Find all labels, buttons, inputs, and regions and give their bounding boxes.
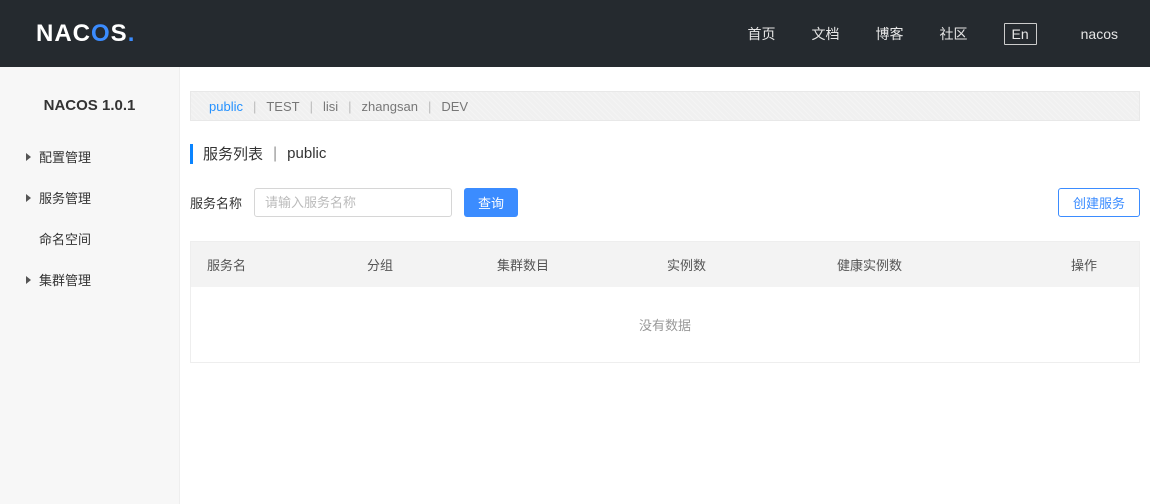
ns-tab-dev[interactable]: DEV bbox=[437, 99, 472, 114]
nav-docs[interactable]: 文档 bbox=[812, 24, 840, 44]
caret-right-icon bbox=[26, 194, 31, 202]
sidebar-item-namespace[interactable]: 命名空间 bbox=[0, 218, 179, 259]
filter-label: 服务名称 bbox=[190, 193, 242, 212]
logo-text-suffix: S bbox=[111, 20, 128, 47]
service-name-input[interactable] bbox=[254, 188, 452, 217]
ns-separator: | bbox=[247, 99, 262, 114]
main: NACOS 1.0.1 配置管理 服务管理 命名空间 集群管理 public |… bbox=[0, 67, 1150, 504]
sidebar-item-service[interactable]: 服务管理 bbox=[0, 177, 179, 218]
page-title: 服务列表 bbox=[203, 143, 263, 164]
table-empty-text: 没有数据 bbox=[191, 287, 1139, 362]
title-separator: | bbox=[263, 145, 287, 163]
ns-tab-zhangsan[interactable]: zhangsan bbox=[358, 99, 422, 114]
caret-right-icon bbox=[26, 276, 31, 284]
ns-separator: | bbox=[342, 99, 357, 114]
title-accent-bar bbox=[190, 144, 193, 164]
page-title-namespace: public bbox=[287, 145, 326, 162]
search-button[interactable]: 查询 bbox=[464, 188, 518, 217]
sidebar-item-label: 命名空间 bbox=[39, 229, 91, 248]
create-service-button[interactable]: 创建服务 bbox=[1058, 188, 1140, 217]
caret-right-icon bbox=[26, 153, 31, 161]
user-menu[interactable]: nacos bbox=[1081, 26, 1118, 42]
sidebar: NACOS 1.0.1 配置管理 服务管理 命名空间 集群管理 bbox=[0, 67, 180, 504]
services-table: 服务名 分组 集群数目 实例数 健康实例数 操作 没有数据 bbox=[190, 241, 1140, 363]
sidebar-item-label: 集群管理 bbox=[39, 270, 91, 289]
col-cluster-count: 集群数目 bbox=[481, 242, 651, 287]
col-group: 分组 bbox=[351, 242, 481, 287]
sidebar-item-config[interactable]: 配置管理 bbox=[0, 136, 179, 177]
namespace-bar: public | TEST | lisi | zhangsan | DEV bbox=[190, 91, 1140, 121]
logo-accent: O bbox=[91, 20, 111, 47]
logo-dot: . bbox=[128, 20, 136, 47]
col-instance-count: 实例数 bbox=[651, 242, 821, 287]
table-header: 服务名 分组 集群数目 实例数 健康实例数 操作 bbox=[191, 242, 1139, 287]
ns-separator: | bbox=[304, 99, 319, 114]
content: public | TEST | lisi | zhangsan | DEV 服务… bbox=[180, 67, 1150, 504]
ns-separator: | bbox=[422, 99, 437, 114]
caret-placeholder bbox=[26, 235, 31, 243]
ns-tab-lisi[interactable]: lisi bbox=[319, 99, 342, 114]
ns-tab-test[interactable]: TEST bbox=[262, 99, 303, 114]
nav-blog[interactable]: 博客 bbox=[876, 24, 904, 44]
sidebar-item-cluster[interactable]: 集群管理 bbox=[0, 259, 179, 300]
page-title-block: 服务列表 | public bbox=[190, 143, 1140, 164]
filter-row: 服务名称 查询 创建服务 bbox=[190, 188, 1140, 217]
logo[interactable]: NACOS. bbox=[36, 20, 135, 48]
nav-home[interactable]: 首页 bbox=[748, 24, 776, 44]
ns-tab-public[interactable]: public bbox=[205, 99, 247, 114]
sidebar-item-label: 服务管理 bbox=[39, 188, 91, 207]
col-actions: 操作 bbox=[1029, 242, 1139, 287]
nav-community[interactable]: 社区 bbox=[940, 24, 968, 44]
col-healthy-count: 健康实例数 bbox=[821, 242, 1029, 287]
sidebar-item-label: 配置管理 bbox=[39, 147, 91, 166]
logo-text: NAC bbox=[36, 20, 91, 47]
col-service-name: 服务名 bbox=[191, 242, 351, 287]
lang-toggle[interactable]: En bbox=[1004, 23, 1037, 45]
topbar: NACOS. 首页 文档 博客 社区 En nacos bbox=[0, 0, 1150, 67]
topnav: 首页 文档 博客 社区 En nacos bbox=[748, 23, 1118, 45]
sidebar-version: NACOS 1.0.1 bbox=[0, 97, 179, 136]
